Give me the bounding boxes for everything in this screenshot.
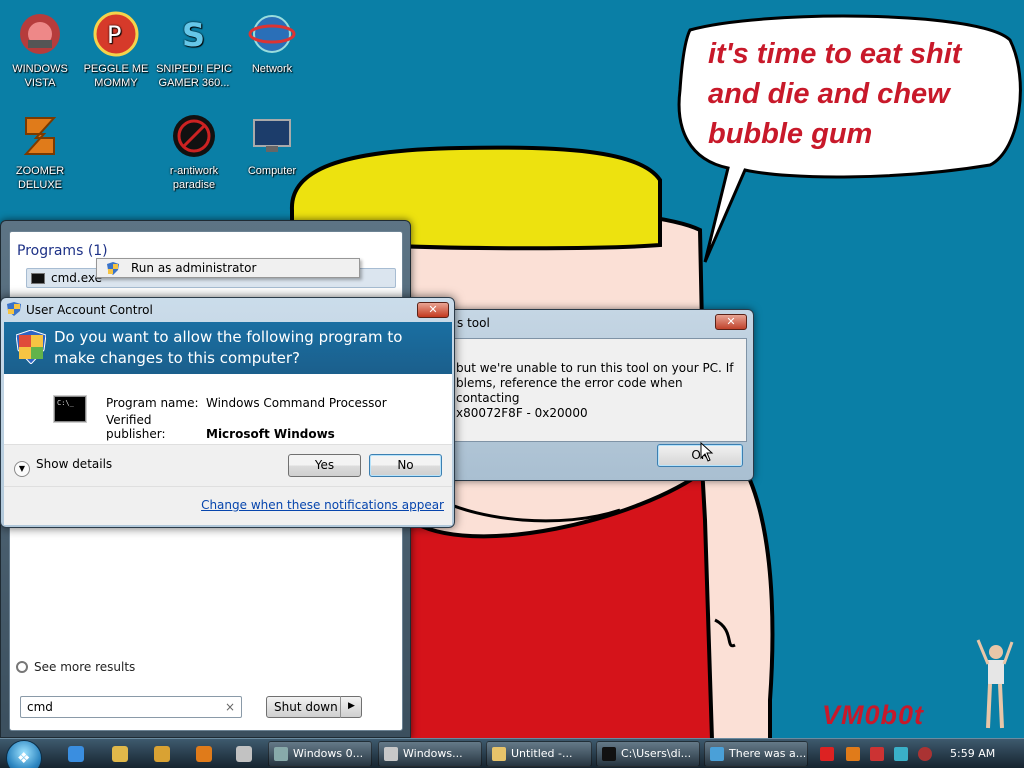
mouse-cursor-icon [700,442,714,462]
uac-close-button[interactable]: ✕ [417,302,449,318]
uac-footer: ▼ Show details Yes No [4,444,452,486]
taskbar-button-untitled[interactable]: Untitled -... [486,741,592,767]
no-button[interactable]: No [369,454,442,477]
desktop-icon-peggle[interactable]: P PEGGLE ME MOMMY [78,10,154,90]
speech-bubble-text: it's time to eat shit and die and chew b… [708,38,962,150]
publisher-row: Verified publisher: Microsoft Windows [106,413,335,441]
zoomer-quicklaunch-icon[interactable] [196,746,212,762]
publisher-value: Microsoft Windows [206,427,335,441]
zoomer-icon [23,117,57,155]
network-globe-icon [248,15,296,53]
desktop-icon-label: Network [251,63,293,75]
publisher-label: Verified publisher: [106,413,166,441]
program-name-value: Windows Command Processor [206,396,387,410]
window-icon [384,747,398,761]
uac-banner: Do you want to allow the following progr… [4,322,452,374]
taskbar-button-label: Untitled -... [511,747,573,760]
uac-title: User Account Control [26,303,153,317]
context-menu-run-as-admin[interactable]: Run as administrator [96,258,360,278]
peggle-icon: P [93,11,139,57]
antiwork-icon [173,115,215,157]
window-icon [710,747,724,761]
uac-shield-icon [7,302,21,316]
magnifier-icon [16,661,28,673]
context-menu-label: Run as administrator [131,261,257,275]
program-name-row: Program name: Windows Command Processor [106,396,387,410]
windows-vista-icon [20,14,60,54]
mail-icon[interactable] [236,746,252,762]
taskbar-button-there-was-a[interactable]: There was a... [704,741,808,767]
show-details-toggle[interactable]: ▼ Show details [14,457,112,477]
uac-program-info: C:\_ Program name: Windows Command Proces… [4,374,452,444]
svg-text:P: P [107,21,121,49]
taskbar-button-label: Windows... [403,747,463,760]
start-button[interactable]: ❖ [6,740,42,768]
desktop-icon-windows-vista[interactable]: WINDOWS VISTA [2,10,78,90]
explorer-folder-icon[interactable] [112,746,128,762]
artist-signature: VM0b0t [822,700,925,730]
skype-s-icon: S [182,16,205,54]
desktop-icon-network[interactable]: Network [234,10,310,76]
desktop-icon-label: SNIPED!! EPIC GAMER 360... [156,63,232,89]
uac-large-shield-icon [16,330,46,364]
shut-down-label: Shut down [274,700,338,714]
taskbar-button-cmd[interactable]: C:\Users\di... [596,741,700,767]
command-prompt-icon: C:\_ [54,396,86,422]
chevron-down-icon: ▼ [14,461,30,477]
error-dialog-close-button[interactable]: ✕ [715,314,747,330]
start-search-input[interactable]: cmd × [20,696,242,718]
error-dialog-title: s tool [457,316,490,330]
desktop-icon-computer[interactable]: Computer [234,112,310,178]
show-details-label: Show details [36,457,113,471]
uac-shield-icon [107,262,119,275]
error-line-3: x80072F8F - 0x20000 [456,406,588,420]
program-name-label: Program name: [106,396,199,410]
window-icon [274,747,288,761]
internet-explorer-icon[interactable] [68,746,84,762]
uac-question: Do you want to allow the following progr… [54,328,403,367]
search-value: cmd [27,700,53,714]
taskbar-button-windows-0[interactable]: Windows 0... [268,741,372,767]
taskbar-button-windows[interactable]: Windows... [378,741,482,767]
desktop-icon-zoomer[interactable]: ZOOMER DELUXE [2,112,78,192]
error-line-2: blems, reference the error code when con… [456,376,683,405]
windows-logo-icon: ❖ [17,749,31,767]
desktop-icon-label: WINDOWS VISTA [12,63,68,89]
taskbar-button-label: Windows 0... [293,747,364,760]
media-player-icon[interactable] [154,746,170,762]
computer-monitor-icon [253,119,291,152]
uac-dialog: User Account Control ✕ Do you want to al… [0,297,455,528]
tray-app-icon[interactable] [846,747,860,761]
taskbar: ❖ Windows 0... Windows... Untitled -... … [0,738,1024,768]
uac-link-area: Change when these notifications appear [4,486,452,525]
svg-text:S: S [182,16,205,54]
programs-heading: Programs (1) [17,243,108,259]
desktop-icon-label: r-antiwork paradise [169,165,219,191]
taskbar-button-label: There was a... [729,747,807,760]
see-more-results-link[interactable]: See more results [16,660,135,674]
cmd-icon [602,747,616,761]
tray-v-icon[interactable] [820,747,834,761]
error-dialog-body: but we're unable to run this tool on you… [429,338,747,442]
tray-power-icon[interactable] [918,747,932,761]
see-more-label: See more results [34,660,136,674]
taskbar-clock[interactable]: 5:59 AM [950,747,995,760]
desktop-icon-sniped[interactable]: S SNIPED!! EPIC GAMER 360... [156,10,232,90]
desktop-icon-label: ZOOMER DELUXE [15,165,65,191]
desktop-icon-label: PEGGLE ME MOMMY [83,63,149,89]
tray-speaker-icon[interactable] [870,747,884,761]
yes-button[interactable]: Yes [288,454,361,477]
tray-network-icon[interactable] [894,747,908,761]
change-notifications-link[interactable]: Change when these notifications appear [201,498,444,512]
desktop-icon-antiwork[interactable]: r-antiwork paradise [156,112,232,192]
taskbar-button-label: C:\Users\di... [621,747,692,760]
desktop-icon-label: Computer [247,165,297,177]
cmd-icon [31,273,45,284]
shut-down-options-arrow[interactable]: ▶ [340,696,362,718]
error-line-1: but we're unable to run this tool on you… [456,361,734,375]
clear-search-icon[interactable]: × [225,700,235,714]
paint-icon [492,747,506,761]
search-result-label: cmd.exe [51,271,103,285]
